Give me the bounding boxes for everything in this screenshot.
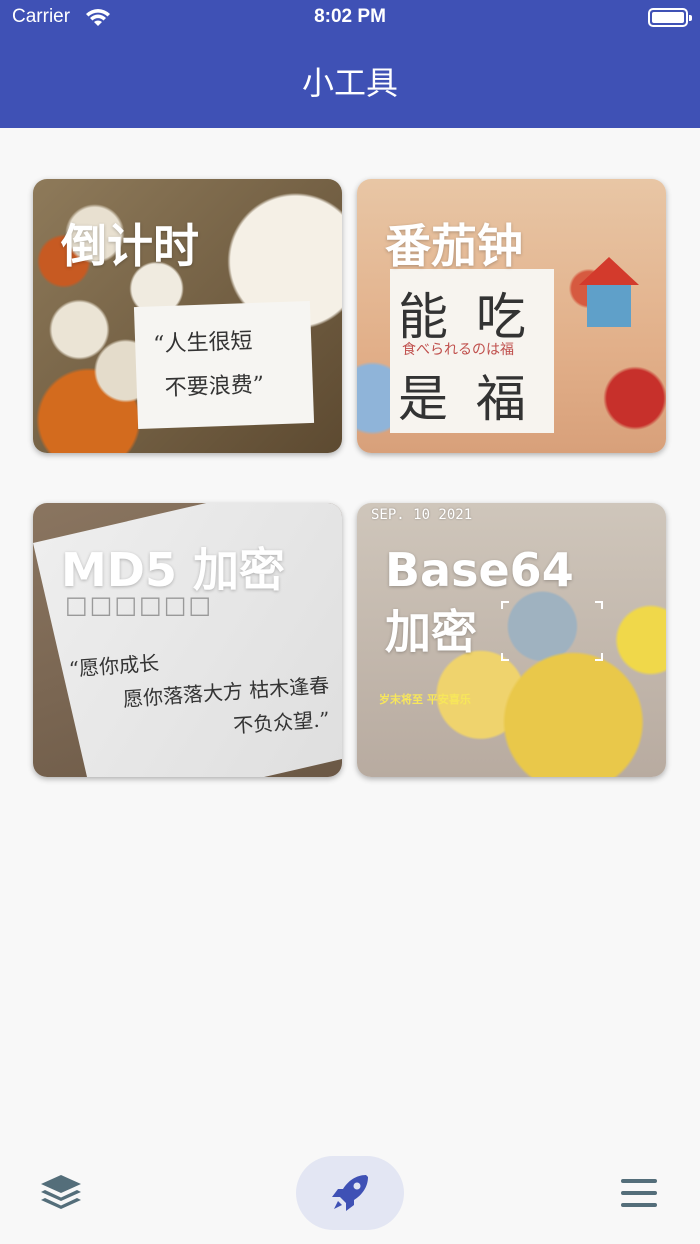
focus-corner bbox=[595, 601, 603, 609]
battery-icon bbox=[648, 8, 692, 27]
page-title: 小工具 bbox=[301, 64, 398, 102]
status-time: 8:02 PM bbox=[314, 6, 386, 27]
tab-layers[interactable] bbox=[30, 1168, 92, 1218]
photo-text: “人生很短 bbox=[152, 329, 253, 358]
card-photo-note: “人生很短 不要浪费” bbox=[133, 300, 315, 430]
tool-card-base64[interactable]: SEP. 10 2021 岁末将至 平安喜乐 Base64 加密 bbox=[357, 503, 666, 777]
focus-corner bbox=[595, 653, 603, 661]
tool-label-md5: MD5 加密 bbox=[61, 543, 285, 597]
card-photo-note: 能 吃 食べられるのは福 是 福 bbox=[390, 269, 554, 433]
photo-caption: 岁末将至 平安喜乐 bbox=[379, 693, 471, 706]
photo-date-stamp: SEP. 10 2021 bbox=[371, 507, 473, 523]
tool-card-pomodoro[interactable]: 能 吃 食べられるのは福 是 福 番茄钟 bbox=[357, 179, 666, 453]
tool-label-pomodoro: 番茄钟 bbox=[385, 219, 523, 273]
card-photo-handwriting: “愿你成长 愿你落落大方 枯木逢春 不负众望.” bbox=[68, 634, 333, 754]
tool-label-line: 加密 bbox=[385, 605, 477, 659]
tab-tools[interactable] bbox=[296, 1156, 404, 1230]
status-bar: Carrier 8:02 PM bbox=[0, 0, 700, 36]
app-header: Carrier 8:02 PM 小工具 bbox=[0, 0, 700, 128]
photo-text: 食べられるのは福 bbox=[402, 342, 514, 358]
tool-label-base64: Base64 加密 bbox=[385, 539, 574, 663]
photo-text: 是 福 bbox=[398, 370, 532, 428]
menu-icon bbox=[621, 1179, 657, 1207]
tab-menu[interactable] bbox=[608, 1168, 670, 1218]
photo-text: 不要浪费” bbox=[164, 372, 265, 402]
tool-card-countdown[interactable]: “人生很短 不要浪费” 倒计时 bbox=[33, 179, 342, 453]
layers-icon bbox=[41, 1175, 81, 1209]
tool-card-md5[interactable]: □□□□□□ “愿你成长 愿你落落大方 枯木逢春 不负众望.” MD5 加密 bbox=[33, 503, 342, 777]
tool-label-countdown: 倒计时 bbox=[61, 219, 199, 273]
tool-label-line: Base64 bbox=[385, 543, 574, 597]
rocket-icon bbox=[332, 1175, 368, 1211]
house-decoration bbox=[579, 257, 639, 327]
bottom-tab-bar bbox=[0, 1140, 700, 1244]
